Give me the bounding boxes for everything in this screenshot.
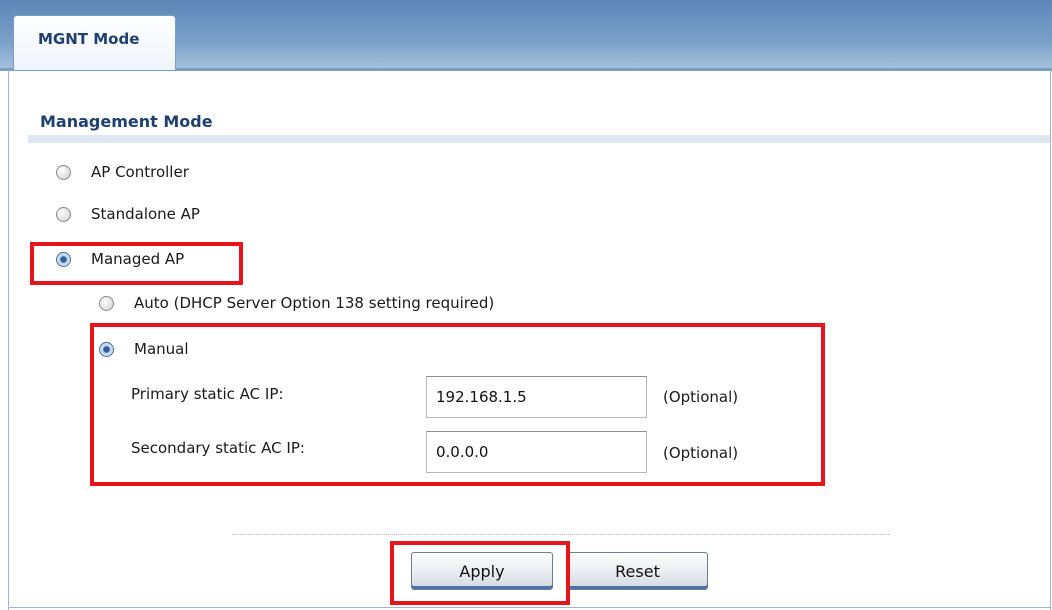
panel-border-right — [1050, 70, 1051, 610]
primary-ac-ip-label: Primary static AC IP: — [131, 385, 284, 403]
radio-label: Manual — [134, 340, 189, 358]
section-title: Management Mode — [40, 112, 213, 131]
radio-button-unselected-icon[interactable] — [56, 206, 71, 222]
tab-label: MGNT Mode — [38, 30, 140, 48]
radio-button-unselected-icon[interactable] — [99, 295, 114, 311]
reset-button[interactable]: Reset — [567, 552, 708, 590]
primary-optional-note: (Optional) — [663, 388, 739, 406]
secondary-ac-ip-input[interactable] — [426, 431, 647, 473]
radio-label: Managed AP — [91, 250, 185, 268]
primary-ac-ip-input[interactable] — [426, 376, 647, 418]
panel-border-bottom — [8, 607, 1051, 608]
panel-border-left — [8, 70, 9, 610]
radio-manual[interactable]: Manual — [99, 340, 189, 358]
radio-button-selected-icon[interactable] — [56, 251, 71, 267]
apply-button[interactable]: Apply — [411, 552, 553, 590]
button-divider — [232, 534, 889, 535]
radio-label: Standalone AP — [91, 205, 200, 223]
radio-managed-ap[interactable]: Managed AP — [56, 250, 184, 268]
radio-label: AP Controller — [91, 163, 189, 181]
secondary-ac-ip-label: Secondary static AC IP: — [131, 439, 305, 457]
radio-ap-controller[interactable]: AP Controller — [56, 163, 189, 181]
radio-label: Auto (DHCP Server Option 138 setting req… — [134, 294, 495, 312]
secondary-optional-note: (Optional) — [663, 444, 739, 462]
radio-standalone-ap[interactable]: Standalone AP — [56, 205, 200, 223]
section-divider — [28, 135, 1050, 143]
radio-button-unselected-icon[interactable] — [56, 164, 71, 180]
tab-mgnt-mode[interactable]: MGNT Mode — [13, 15, 176, 70]
radio-auto-dhcp[interactable]: Auto (DHCP Server Option 138 setting req… — [99, 294, 494, 312]
radio-button-selected-icon[interactable] — [99, 341, 114, 357]
